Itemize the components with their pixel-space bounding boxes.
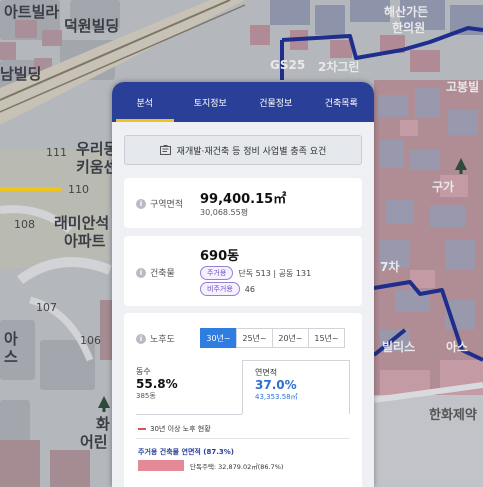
map-label-namvilla: 남빌딩 <box>0 65 42 83</box>
requirements-button[interactable]: 재개발·재건축 등 정비 사업별 충족 요건 <box>124 135 362 165</box>
info-icon[interactable]: i <box>136 333 146 344</box>
document-icon <box>159 145 171 155</box>
count-sub: 385동 <box>136 392 156 400</box>
residential-text: 단독 513 | 공동 131 <box>238 268 312 278</box>
map-label-110: 110 <box>68 183 89 196</box>
aging-card: i 노후도 30년~ 25년~ 20년~ 15년~ 동수 55.8% 385동 … <box>124 313 362 487</box>
detached-row: 단독주택: 32,879.02㎡(86.7%) <box>138 460 283 471</box>
buildings-value: 690동 <box>200 249 240 264</box>
info-icon[interactable]: i <box>136 198 146 209</box>
nonresidential-badge: 비주거용 <box>200 282 240 296</box>
map-label-second: 2차그린 <box>318 60 360 74</box>
aging-year-selector: 30년~ 25년~ 20년~ 15년~ <box>200 328 345 348</box>
tab-land-info[interactable]: 토지정보 <box>178 82 244 122</box>
map-label-haesan-2: 한의원 <box>392 21 426 35</box>
map-label-gs25: GS25 <box>270 58 306 72</box>
detached-text: 단독주택: 32,879.02㎡(86.7%) <box>190 462 284 471</box>
count-title: 동수 <box>136 367 151 376</box>
count-pct: 55.8% <box>136 377 178 391</box>
segment-25-years[interactable]: 25년~ <box>236 328 273 348</box>
area-label: 구역면적 <box>150 200 184 210</box>
residential-badge: 주거용 <box>200 266 234 280</box>
map-label-deokwon: 덕원빌딩 <box>64 17 120 35</box>
nonresidential-text: 46 <box>244 284 255 294</box>
area-sub-value: 30,068.55평 <box>200 208 249 217</box>
aging-label: 노후도 <box>150 335 175 345</box>
detached-bar <box>138 460 184 471</box>
area-stat-box[interactable]: 연면적 37.0% 43,353.58㎡ <box>242 360 350 414</box>
legend-swatch <box>138 428 146 430</box>
map-label-107: 107 <box>36 301 57 314</box>
tab-analysis[interactable]: 분석 <box>112 82 178 122</box>
map-label-artvilla: 아트빌라 <box>4 3 60 21</box>
map-label-aseu: 아스 <box>446 340 469 354</box>
tab-building-info[interactable]: 건물정보 <box>243 82 309 122</box>
segment-15-years[interactable]: 15년~ <box>308 328 345 348</box>
buildings-card: i 건축물 690동 주거용 단독 513 | 공동 131 비주거용 46 <box>124 236 362 306</box>
area-stat-pct: 37.0% <box>255 378 297 392</box>
residential-heading: 주거용 건축물 연면적 (87.3%) <box>138 448 234 456</box>
segment-30-years[interactable]: 30년~ <box>200 328 237 348</box>
map-label-haesan-1: 해산가든 <box>384 5 429 19</box>
panel-tabs: 분석 토지정보 건물정보 건축목록 <box>112 82 374 122</box>
map-label-106: 106 <box>80 334 101 347</box>
info-icon[interactable]: i <box>136 267 146 278</box>
map-label-a-2: 스 <box>4 348 18 366</box>
map-label-111: 111 <box>46 146 67 159</box>
analysis-panel: 분석 토지정보 건물정보 건축목록 재개발·재건축 등 정비 사업별 충족 요건… <box>112 82 374 487</box>
area-stat-sub: 43,353.58㎡ <box>255 393 298 401</box>
map-label-108: 108 <box>14 218 35 231</box>
legend-text: 30년 이상 노후 현황 <box>150 425 211 433</box>
divider <box>136 438 350 439</box>
segment-20-years[interactable]: 20년~ <box>272 328 309 348</box>
map-label-tower: 7차 <box>380 260 400 274</box>
area-value: 99,400.15㎡ <box>200 192 287 207</box>
aging-legend: 30년 이상 노후 현황 <box>138 424 211 434</box>
map-label-gobong: 고봉빌 <box>446 80 480 94</box>
map-label-hwa-2: 어린 <box>80 433 108 451</box>
tab-building-list[interactable]: 건축목록 <box>309 82 375 122</box>
count-stat-box[interactable]: 동수 55.8% 385동 <box>136 360 242 414</box>
area-stat-title: 연면적 <box>255 368 278 377</box>
divider <box>136 414 242 415</box>
map-label-hanhwa: 한화제약 <box>429 408 477 423</box>
requirements-button-label: 재개발·재건축 등 정비 사업별 충족 요건 <box>176 146 327 157</box>
area-card: i 구역면적 99,400.15㎡ 30,068.55평 <box>124 178 362 228</box>
map-label-guga: 구가 <box>432 180 455 194</box>
map-label-raemian-2: 아파트 <box>64 232 106 250</box>
map-label-villa: 빌리스 <box>382 340 416 354</box>
buildings-label: 건축물 <box>150 269 175 279</box>
